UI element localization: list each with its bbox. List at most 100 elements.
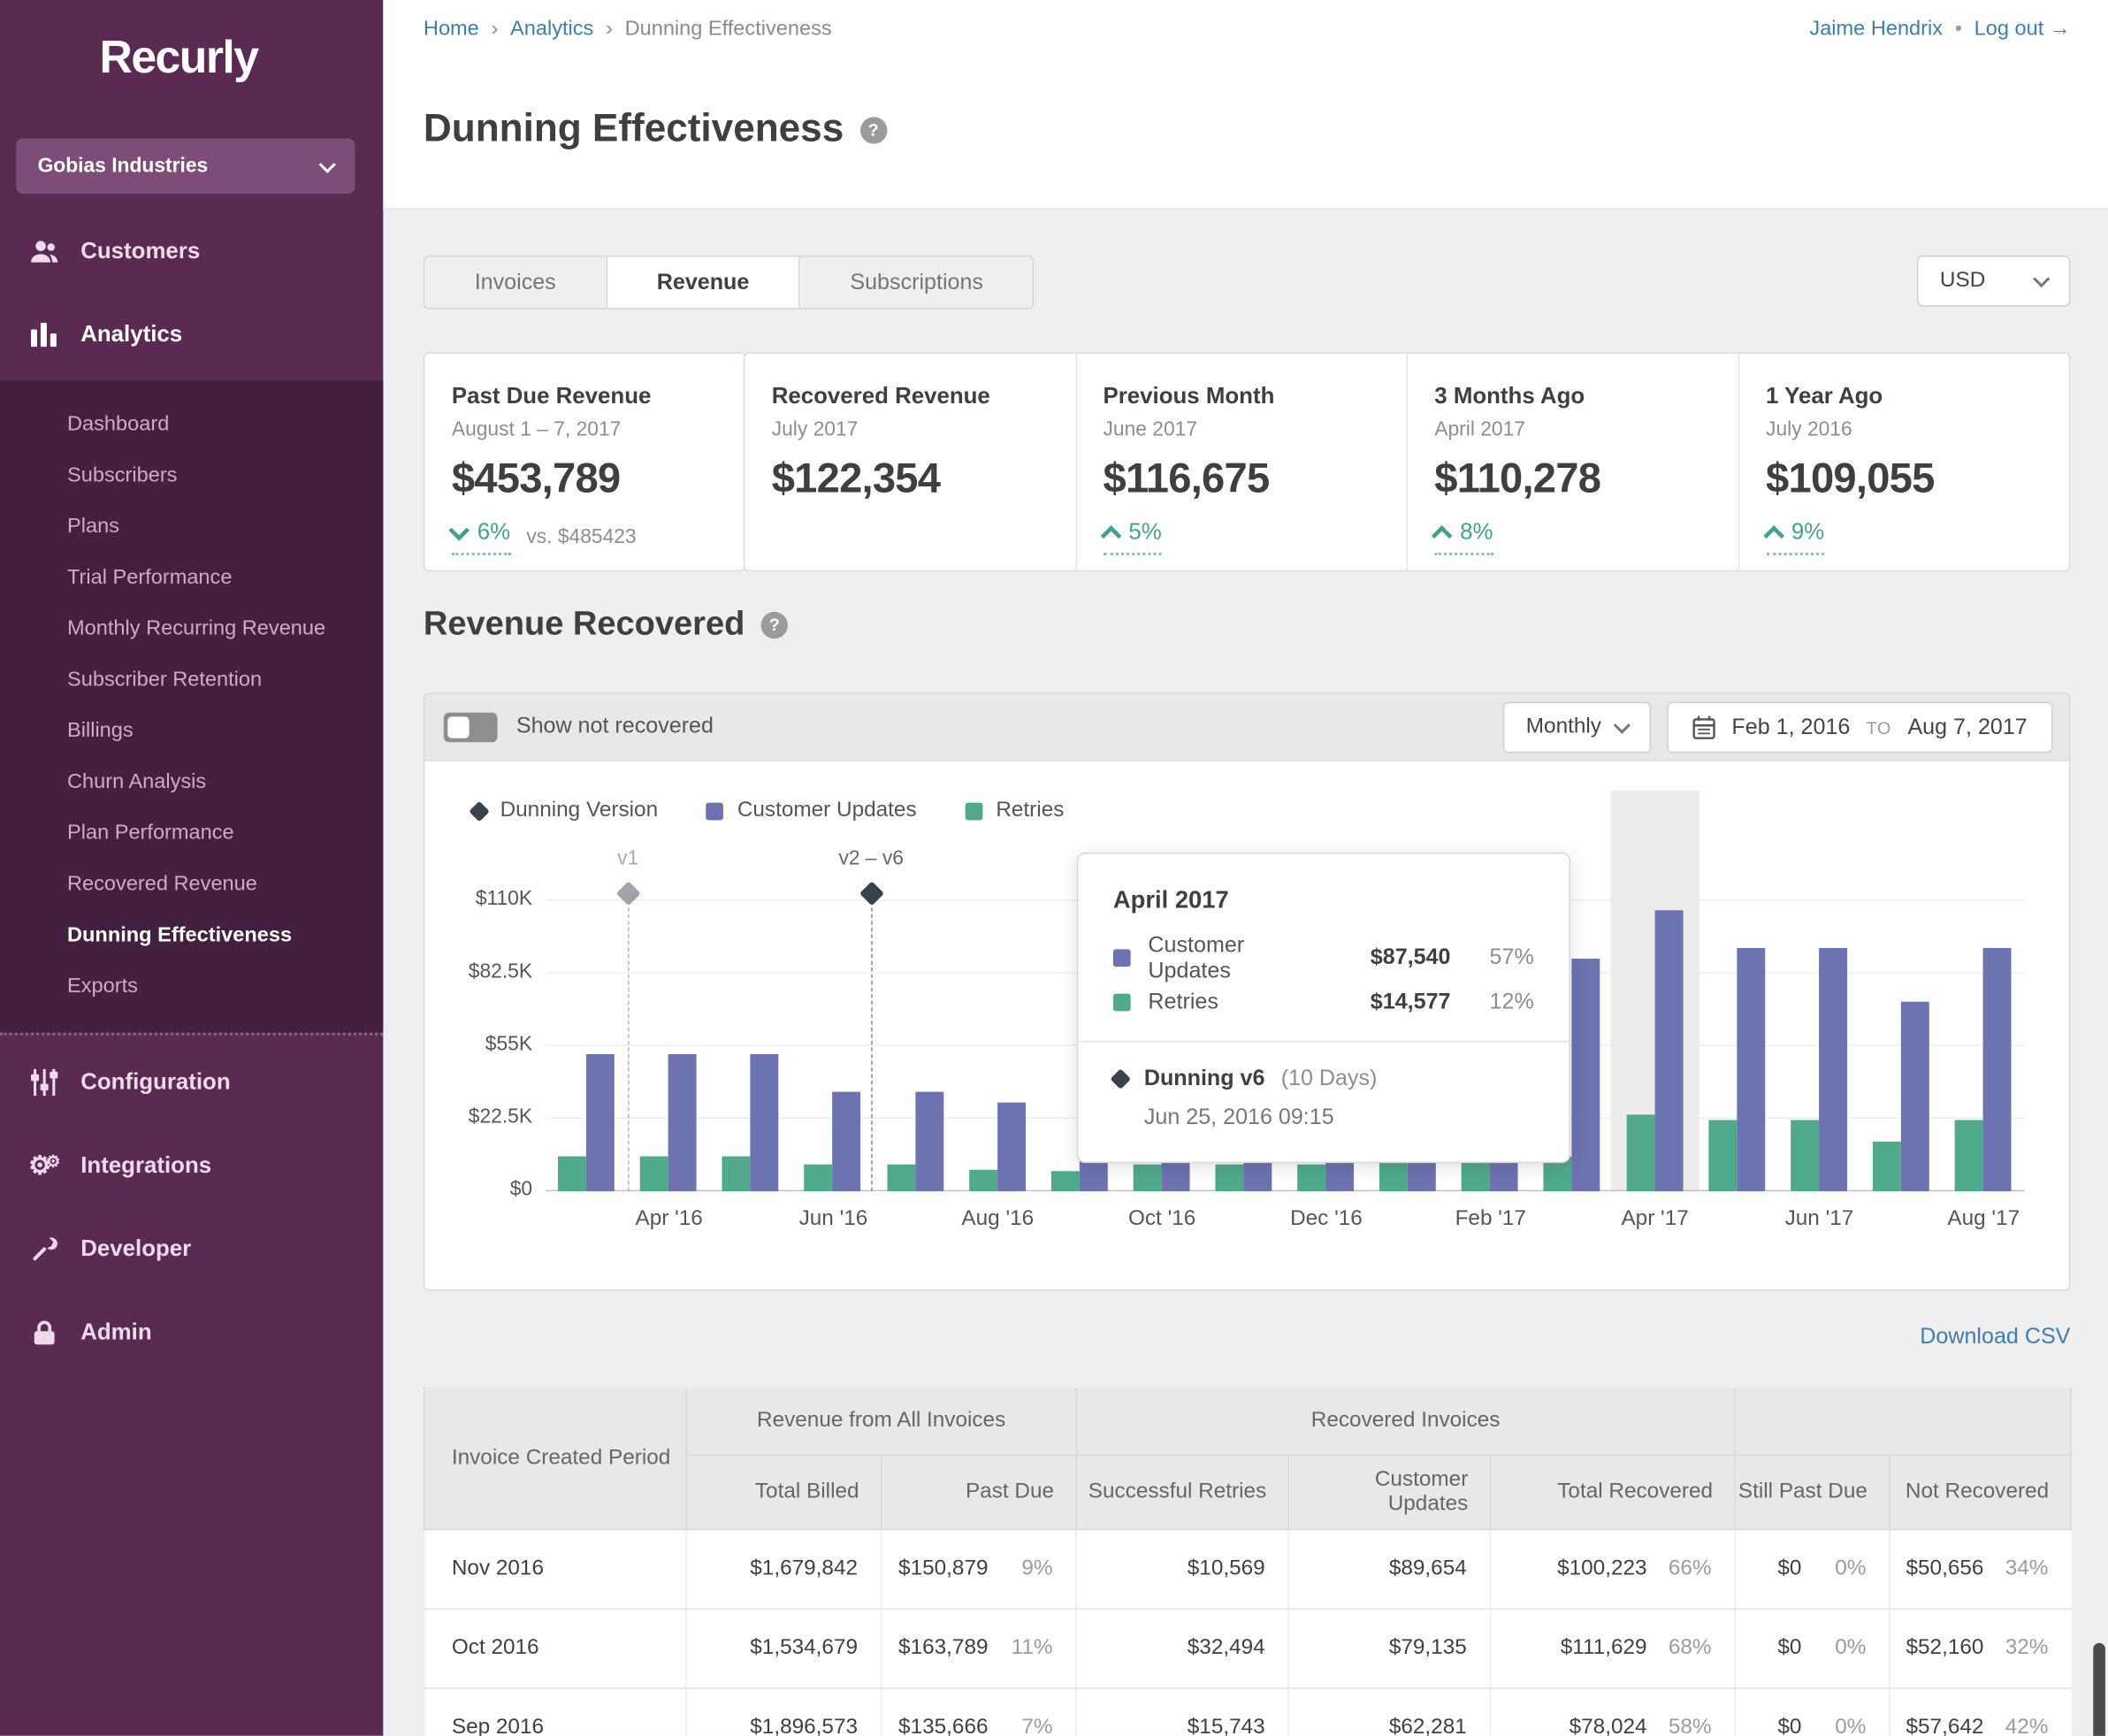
cell-successful-retries: $32,494 (1076, 1609, 1288, 1688)
x-axis-label: Feb '17 (1455, 1207, 1526, 1231)
cell-still-past-due: $00% (1735, 1688, 1890, 1736)
cell-percent: 0% (1801, 1636, 1866, 1660)
tab-subscriptions[interactable]: Subscriptions (800, 256, 1033, 308)
bar-retries-oct-2016[interactable] (1133, 1165, 1161, 1191)
tooltip-series-row: Customer Updates$87,54057% (1113, 936, 1534, 980)
tab-invoices[interactable]: Invoices (424, 256, 606, 308)
delta-value: 9% (1791, 519, 1824, 546)
card-period: April 2017 (1434, 418, 1710, 441)
sidebar-item-dunning-effectiveness[interactable]: Dunning Effectiveness (0, 910, 383, 961)
interval-select[interactable]: Monthly (1503, 702, 1651, 753)
account-switcher[interactable]: Gobias Industries (16, 139, 355, 194)
tooltip-series-label: Retries (1148, 990, 1326, 1015)
cell-percent: 58% (1647, 1716, 1712, 1736)
breadcrumb-analytics[interactable]: Analytics (510, 18, 593, 42)
bar-customer-updates-jun-2016[interactable] (833, 1092, 861, 1191)
breadcrumb-home[interactable]: Home (424, 18, 479, 42)
bar-customer-updates-mar-2017[interactable] (1572, 959, 1600, 1191)
bar-retries-jul-2016[interactable] (887, 1165, 915, 1191)
currency-select[interactable]: USD (1917, 256, 2070, 307)
bar-retries-aug-2016[interactable] (969, 1170, 997, 1191)
sidebar-item-configuration[interactable]: Configuration (0, 1041, 383, 1124)
delta-badge[interactable]: 8% (1434, 519, 1493, 555)
tab-revenue[interactable]: Revenue (606, 256, 800, 308)
section-heading: Revenue Recovered (424, 605, 745, 644)
bar-retries-dec-2016[interactable] (1297, 1165, 1325, 1191)
cell-value: $15,743 (1188, 1716, 1265, 1736)
bar-retries-aug-2017[interactable] (1955, 1120, 1983, 1191)
cell-percent: 68% (1647, 1636, 1712, 1660)
bar-customer-updates-may-2016[interactable] (751, 1054, 779, 1191)
bar-customer-updates-apr-2016[interactable] (668, 1054, 697, 1191)
bar-retries-may-2017[interactable] (1708, 1120, 1737, 1191)
sidebar-item-analytics[interactable]: Analytics (0, 293, 383, 376)
card-title: Past Due Revenue (452, 383, 718, 409)
bar-retries-may-2016[interactable] (722, 1156, 751, 1191)
bar-customer-updates-mar-2016[interactable] (586, 1054, 615, 1191)
logout-link[interactable]: Log out → (1974, 18, 2071, 42)
user-name-link[interactable]: Jaime Hendrix (1809, 18, 1943, 42)
bar-retries-feb-2017[interactable] (1462, 1159, 1490, 1191)
bar-retries-nov-2016[interactable] (1215, 1165, 1243, 1191)
sidebar-item-recovered-revenue[interactable]: Recovered Revenue (0, 860, 383, 911)
bar-retries-mar-2016[interactable] (558, 1156, 586, 1191)
bar-retries-jun-2017[interactable] (1791, 1120, 1819, 1191)
sidebar-item-plan-performance[interactable]: Plan Performance (0, 808, 383, 860)
bar-customer-updates-may-2017[interactable] (1737, 948, 1765, 1191)
x-axis-label: Aug '17 (1947, 1207, 2020, 1231)
cell-value: $0 (1777, 1716, 1801, 1736)
cell-value: $1,896,573 (750, 1716, 858, 1736)
bar-retries-apr-2017[interactable] (1626, 1115, 1654, 1192)
sidebar-item-integrations[interactable]: ⚙⚙ Integrations (0, 1124, 383, 1207)
column-header-invoice-created-period: Invoice Created Period (424, 1388, 686, 1529)
delta-badge[interactable]: 9% (1766, 519, 1824, 555)
bar-customer-updates-jul-2017[interactable] (1901, 1001, 1929, 1191)
cell-total-recovered: $111,62968% (1490, 1609, 1735, 1688)
delta-badge[interactable]: 5% (1103, 519, 1161, 555)
toggle-label: Show not recovered (516, 714, 714, 739)
bar-retries-jul-2017[interactable] (1873, 1141, 1901, 1191)
bar-retries-apr-2016[interactable] (640, 1156, 668, 1191)
sidebar-item-trial-performance[interactable]: Trial Performance (0, 553, 383, 604)
dot-separator: • (1955, 18, 1962, 42)
bar-customer-updates-jun-2017[interactable] (1819, 948, 1847, 1191)
cell-value: $111,629 (1561, 1636, 1647, 1660)
sidebar-item-exports[interactable]: Exports (0, 961, 383, 1013)
sidebar-item-admin[interactable]: Admin (0, 1291, 383, 1374)
diamond-icon[interactable] (859, 881, 883, 906)
cell-still-past-due: $00% (1735, 1609, 1890, 1688)
sidebar-item-churn-analysis[interactable]: Churn Analysis (0, 757, 383, 808)
table-row-sep-2016: Sep 2016$1,896,573$135,6667%$15,743$62,2… (424, 1688, 2072, 1736)
sidebar-item-dashboard[interactable]: Dashboard (0, 400, 383, 451)
bar-retries-sep-2016[interactable] (1051, 1172, 1080, 1191)
sidebar-item-billings[interactable]: Billings (0, 706, 383, 757)
bar-customer-updates-jul-2016[interactable] (915, 1092, 943, 1191)
bar-customer-updates-apr-2017[interactable] (1654, 910, 1683, 1191)
cell-total-billed: $1,679,842 (686, 1529, 881, 1609)
sidebar-item-subscribers[interactable]: Subscribers (0, 450, 383, 501)
date-range-picker[interactable]: Feb 1, 2016 TO Aug 7, 2017 (1667, 702, 2052, 753)
sidebar-item-plans[interactable]: Plans (0, 501, 383, 553)
bar-customer-updates-aug-2016[interactable] (997, 1103, 1026, 1191)
table-row-oct-2016: Oct 2016$1,534,679$163,78911%$32,494$79,… (424, 1609, 2072, 1688)
vertical-scrollbar-thumb[interactable] (2093, 1643, 2105, 1736)
bar-retries-jan-2017[interactable] (1379, 1162, 1408, 1191)
bar-customer-updates-aug-2017[interactable] (1982, 948, 2011, 1191)
sidebar-item-label: Integrations (80, 1152, 211, 1179)
sidebar-item-developer[interactable]: Developer (0, 1207, 383, 1290)
show-not-recovered-toggle[interactable] (444, 712, 498, 741)
diamond-icon[interactable] (615, 881, 640, 906)
cell-not-recovered: $57,64242% (1890, 1688, 2071, 1736)
sidebar-item-monthly-recurring-revenue[interactable]: Monthly Recurring Revenue (0, 604, 383, 655)
group-header-recovered-invoices: Recovered Invoices (1076, 1388, 1735, 1456)
sidebar-item-subscriber-retention[interactable]: Subscriber Retention (0, 654, 383, 706)
bar-retries-jun-2016[interactable] (805, 1165, 833, 1191)
delta-badge[interactable]: 6% (452, 519, 510, 555)
help-icon[interactable] (859, 117, 886, 143)
help-icon[interactable] (761, 611, 788, 638)
download-csv-link[interactable]: Download CSV (1920, 1325, 2070, 1349)
top-bar: Home› Analytics› Dunning Effectiveness J… (383, 0, 2108, 210)
recurly-logo[interactable]: Recurly (0, 0, 383, 85)
card-title: 1 Year Ago (1766, 383, 2042, 409)
sidebar-item-customers[interactable]: Customers (0, 210, 383, 293)
